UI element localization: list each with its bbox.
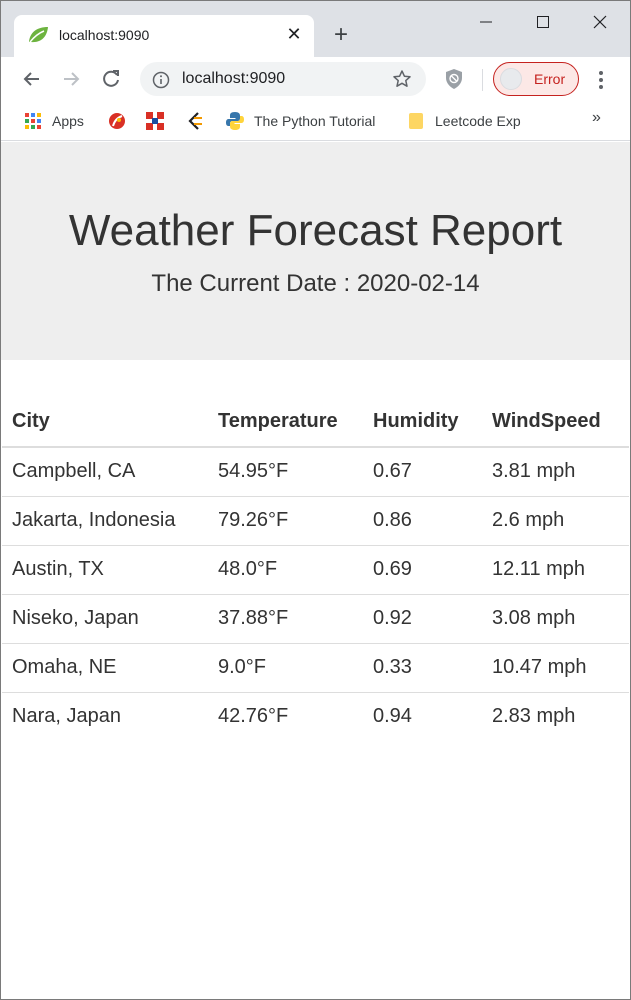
bookmark-red-swirl[interactable] [107,109,136,133]
cell-humidity: 0.69 [363,545,482,595]
avatar [500,68,522,90]
table-row: Jakarta, Indonesia 79.26°F 0.86 2.6 mph [2,496,629,546]
table-header-row: City Temperature Humidity WindSpeed [2,397,629,448]
bookmark-label: The Python Tutorial [254,113,376,129]
cell-humidity: 0.67 [363,447,482,497]
address-bar[interactable]: localhost:9090 [140,62,426,96]
cell-windspeed: 3.08 mph [482,594,629,644]
cell-temperature: 9.0°F [208,643,363,693]
cell-temperature: 42.76°F [218,705,289,728]
bookmark-leetcode-exp[interactable]: Leetcode Exp [406,109,521,133]
bookmark-label: Leetcode Exp [435,113,521,129]
bookmark-apps[interactable]: Apps [23,109,84,133]
new-tab-icon[interactable]: + [329,23,353,47]
column-header-temperature: Temperature [208,397,363,448]
url-text: localhost:9090 [182,70,286,87]
browser-window: localhost:9090 ✕ + localhost:9090 Error … [0,0,631,1000]
bookmark-star-icon[interactable] [392,69,412,94]
profile-button[interactable]: Error [493,62,579,96]
cell-humidity: 0.33 [363,643,482,693]
reload-icon[interactable] [97,65,125,93]
menu-dots-icon[interactable] [593,69,609,91]
page-content: Weather Forecast Report The Current Date… [1,142,630,999]
toolbar-divider [482,69,483,91]
table-row: Omaha, NE 9.0°F 0.33 10.47 mph [2,643,629,693]
tab-close-icon[interactable]: ✕ [284,24,304,44]
table-row: Austin, TX 48.0°F 0.69 12.11 mph [2,545,629,595]
cell-windspeed: 3.81 mph [482,447,629,497]
close-window-icon[interactable] [585,9,615,35]
extension-shield-icon[interactable] [444,68,464,95]
bookmark-red-blue-square[interactable] [145,109,174,133]
python-icon [225,111,245,131]
page-title: Weather Forecast Report [68,206,563,255]
cell-windspeed: 2.83 mph [492,705,576,728]
table-row: Nara, Japan 42.76°F 0.94 2.83 mph [2,692,629,741]
column-header-windspeed: WindSpeed [482,397,629,448]
red-blue-square-icon [145,111,165,131]
maximize-icon[interactable] [528,9,558,35]
cell-temperature: 48.0°F [208,545,363,595]
profile-label: Error [534,71,566,87]
bookmark-python-tutorial[interactable]: The Python Tutorial [225,109,375,133]
column-header-humidity: Humidity [363,397,482,448]
cell-humidity: 0.94 [373,705,412,728]
tab-title: localhost:9090 [59,27,150,43]
minimize-icon[interactable] [471,9,501,35]
cell-temperature: 37.88°F [208,594,363,644]
red-swirl-icon [107,111,127,131]
more-bookmarks-icon[interactable]: » [592,109,601,127]
cell-city: Omaha, NE [2,643,208,693]
cell-humidity: 0.86 [363,496,482,546]
cell-windspeed: 10.47 mph [482,643,629,693]
forecast-table: City Temperature Humidity WindSpeed Camp… [2,397,629,741]
folder-icon [406,111,426,131]
cell-city: Austin, TX [2,545,208,595]
bookmark-code-brackets[interactable] [185,109,214,133]
cell-windspeed: 12.11 mph [482,545,629,595]
cell-city: Jakarta, Indonesia [2,496,208,546]
bookmark-label: Apps [52,113,84,129]
cell-city: Campbell, CA [2,447,208,497]
table-row: Campbell, CA 54.95°F 0.67 3.81 mph [2,447,629,497]
code-brackets-icon [185,111,205,131]
apps-grid-icon [23,111,43,131]
cell-humidity: 0.92 [363,594,482,644]
cell-temperature: 54.95°F [208,447,363,497]
report-header: Weather Forecast Report The Current Date… [1,142,630,360]
browser-toolbar: localhost:9090 Error [1,57,630,101]
cell-city: Niseko, Japan [2,594,208,644]
column-header-city: City [2,397,208,448]
spring-leaf-icon [27,26,49,44]
tab-strip: localhost:9090 ✕ + [1,1,630,57]
browser-tab[interactable]: localhost:9090 ✕ [14,15,314,57]
cell-windspeed: 2.6 mph [482,496,629,546]
table-row: Niseko, Japan 37.88°F 0.92 3.08 mph [2,594,629,644]
back-icon[interactable] [18,65,46,93]
current-date: The Current Date : 2020-02-14 [151,270,480,297]
cell-city: Nara, Japan [12,705,121,728]
bookmarks-bar: Apps The Python Tutorial Leetcode Exp » [1,101,630,141]
forward-icon[interactable] [57,65,85,93]
cell-temperature: 79.26°F [208,496,363,546]
site-info-icon[interactable] [152,71,170,94]
